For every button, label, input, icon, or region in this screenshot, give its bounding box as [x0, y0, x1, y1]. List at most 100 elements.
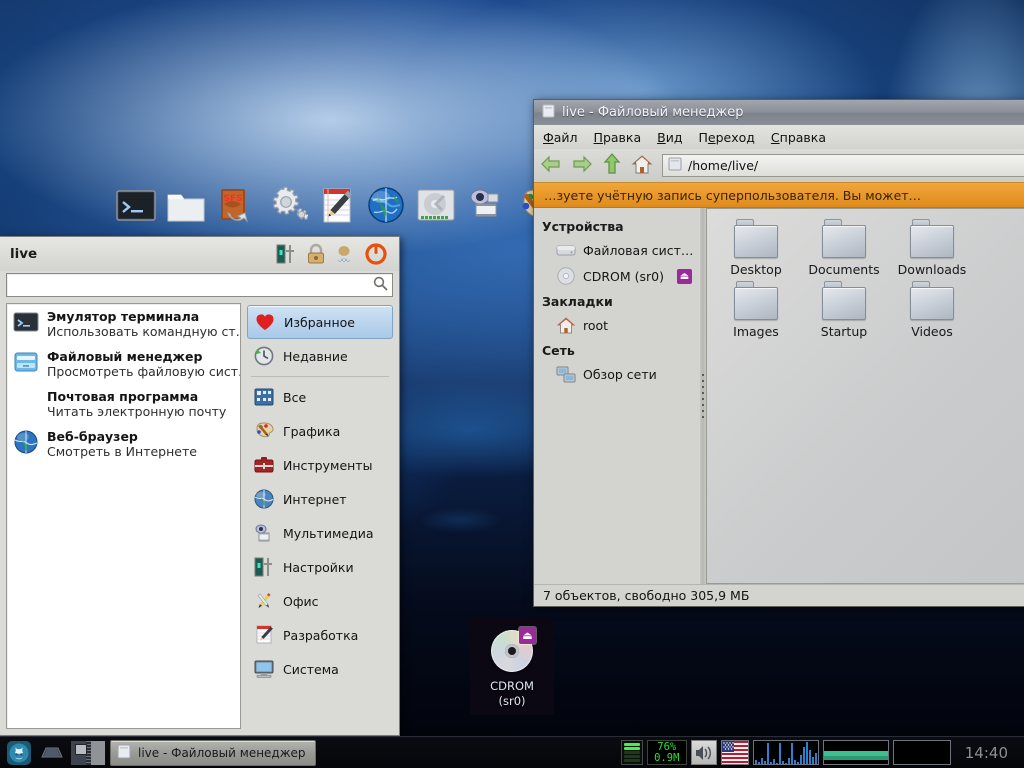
internet-icon: [253, 488, 275, 510]
dock-item-texteditor[interactable]: [314, 184, 358, 228]
menu-edit[interactable]: Правка: [594, 130, 642, 145]
sidebar-item-filesystem[interactable]: Файловая систе…: [534, 237, 700, 263]
folder-icon: [732, 281, 780, 321]
menu-go[interactable]: Переход: [698, 130, 754, 145]
category-settings[interactable]: Настройки: [247, 550, 393, 584]
appmenu-category-list[interactable]: Избранное Недавние Все Графика Инструмен…: [247, 303, 393, 729]
cdrom-disc-icon: ⏏: [489, 627, 536, 674]
us-flag-icon[interactable]: [720, 740, 749, 765]
menu-file[interactable]: Файл: [543, 130, 578, 145]
power-icon[interactable]: [361, 240, 391, 268]
pane-splitter[interactable]: [700, 208, 706, 584]
appmenu-application-list[interactable]: Эмулятор терминала Использовать командну…: [6, 303, 241, 729]
workspace-pager[interactable]: [70, 739, 106, 766]
dock-item-terminal[interactable]: [114, 184, 158, 228]
folder-icon: [732, 219, 780, 259]
category-separator: [251, 376, 389, 377]
window-titlebar[interactable]: live - Файловый менеджер: [534, 100, 1024, 125]
memory-usage-readout[interactable]: 76% 0.9M: [646, 740, 687, 765]
list-item[interactable]: Почтовая программа Читать электронную по…: [7, 384, 240, 424]
system-tray[interactable]: 76% 0.9M 14:40: [620, 740, 1020, 765]
toolbar[interactable]: /home/live/: [534, 149, 1024, 182]
category-all[interactable]: Все: [247, 380, 393, 414]
back-button[interactable]: [540, 154, 562, 177]
category-label: Офис: [283, 593, 319, 609]
desktop-icon-label-line1: CDROM: [490, 679, 534, 693]
system-icon: [253, 658, 275, 680]
menu-view[interactable]: Вид: [657, 130, 682, 145]
dock-item-sfs[interactable]: SFS: [214, 184, 258, 228]
list-item[interactable]: Файловый менеджер Просмотреть файловую с…: [7, 344, 240, 384]
file-item[interactable]: Images: [715, 281, 797, 339]
sliders-icon[interactable]: [271, 240, 301, 268]
dock-item-webbrowser[interactable]: [364, 184, 408, 228]
harddisk-icon: [556, 240, 576, 260]
dock-item-harddisk[interactable]: [414, 184, 458, 228]
task-list[interactable]: live - Файловый менеджер: [110, 739, 617, 766]
network-icon: [556, 364, 576, 384]
file-list[interactable]: Desktop Documents Downloads Images Start…: [706, 208, 1024, 584]
folder-icon: [542, 104, 555, 122]
category-recent[interactable]: Недавние: [247, 339, 393, 373]
sidebar-item-root[interactable]: root: [534, 312, 700, 338]
task-button-filemanager[interactable]: live - Файловый менеджер: [110, 739, 316, 766]
dock-item-multimedia[interactable]: [464, 184, 508, 228]
path-field[interactable]: /home/live/: [662, 154, 1024, 177]
memory-monitor-icon[interactable]: [620, 740, 643, 765]
folder-icon: [820, 219, 868, 259]
home-button[interactable]: [631, 153, 653, 178]
category-development[interactable]: Разработка: [247, 618, 393, 652]
recent-icon: [253, 345, 275, 367]
menubar[interactable]: Файл Правка Вид Переход Справка: [534, 125, 1024, 149]
application-menu[interactable]: live Эмулятор терминала Использовать ком…: [0, 236, 400, 736]
file-item[interactable]: Startup: [803, 281, 885, 339]
menu-help[interactable]: Справка: [771, 130, 826, 145]
workspace-2[interactable]: [90, 740, 105, 765]
lock-icon[interactable]: [301, 240, 331, 268]
category-system[interactable]: Система: [247, 652, 393, 686]
all-apps-icon: [253, 386, 275, 408]
start-button[interactable]: [4, 739, 34, 767]
category-graphics[interactable]: Графика: [247, 414, 393, 448]
up-button[interactable]: [602, 153, 622, 178]
forward-button[interactable]: [571, 154, 593, 177]
taskbar[interactable]: live - Файловый менеджер 76% 0.9M 14:40: [0, 736, 1024, 768]
file-item[interactable]: Desktop: [715, 219, 797, 277]
category-office[interactable]: Офис: [247, 584, 393, 618]
sidebar-item-cdrom[interactable]: CDROM (sr0) ⏏: [534, 263, 700, 289]
tools-icon: [253, 454, 275, 476]
category-tools[interactable]: Инструменты: [247, 448, 393, 482]
app-title: Почтовая программа: [47, 389, 199, 404]
switch-user-icon[interactable]: [331, 240, 361, 268]
search-input[interactable]: [11, 278, 373, 292]
list-item[interactable]: Эмулятор терминала Использовать командну…: [7, 304, 240, 344]
warning-text: …зуете учётную запись суперпользователя.…: [544, 187, 922, 203]
sidebar-item-label: Файловая систе…: [583, 242, 696, 258]
dock-item-settings[interactable]: [264, 184, 308, 228]
file-item[interactable]: Documents: [803, 219, 885, 277]
cpu-graph-icon[interactable]: [752, 740, 819, 765]
workspace-1[interactable]: [71, 740, 87, 765]
appmenu-search-box[interactable]: [6, 273, 393, 297]
category-multimedia[interactable]: Мультимедиа: [247, 516, 393, 550]
eject-icon[interactable]: ⏏: [677, 268, 692, 284]
file-item[interactable]: Videos: [891, 281, 973, 339]
dock-item-filemanager[interactable]: [164, 184, 208, 228]
disk-graph-icon[interactable]: [892, 740, 951, 765]
clock[interactable]: 14:40: [955, 744, 1016, 762]
sidebar-item-network-browse[interactable]: Обзор сети: [534, 361, 700, 387]
category-label: Интернет: [283, 491, 347, 507]
file-manager-window[interactable]: live - Файловый менеджер Файл Правка Вид…: [533, 99, 1024, 607]
file-item[interactable]: Downloads: [891, 219, 973, 277]
category-internet[interactable]: Интернет: [247, 482, 393, 516]
home-icon: [556, 315, 576, 335]
show-desktop-button[interactable]: [38, 739, 66, 767]
desktop-icon-cdrom[interactable]: ⏏ CDROM (sr0): [470, 618, 554, 715]
app-title: Эмулятор терминала: [47, 309, 200, 324]
category-favorites[interactable]: Избранное: [247, 305, 393, 339]
speaker-icon[interactable]: [690, 740, 717, 765]
folder-icon: [117, 744, 131, 762]
list-item[interactable]: Веб-браузер Смотреть в Интернете: [7, 424, 240, 464]
network-graph-icon[interactable]: [822, 740, 889, 765]
sidebar[interactable]: Устройства Файловая систе… CDROM (sr0) ⏏…: [534, 208, 700, 584]
